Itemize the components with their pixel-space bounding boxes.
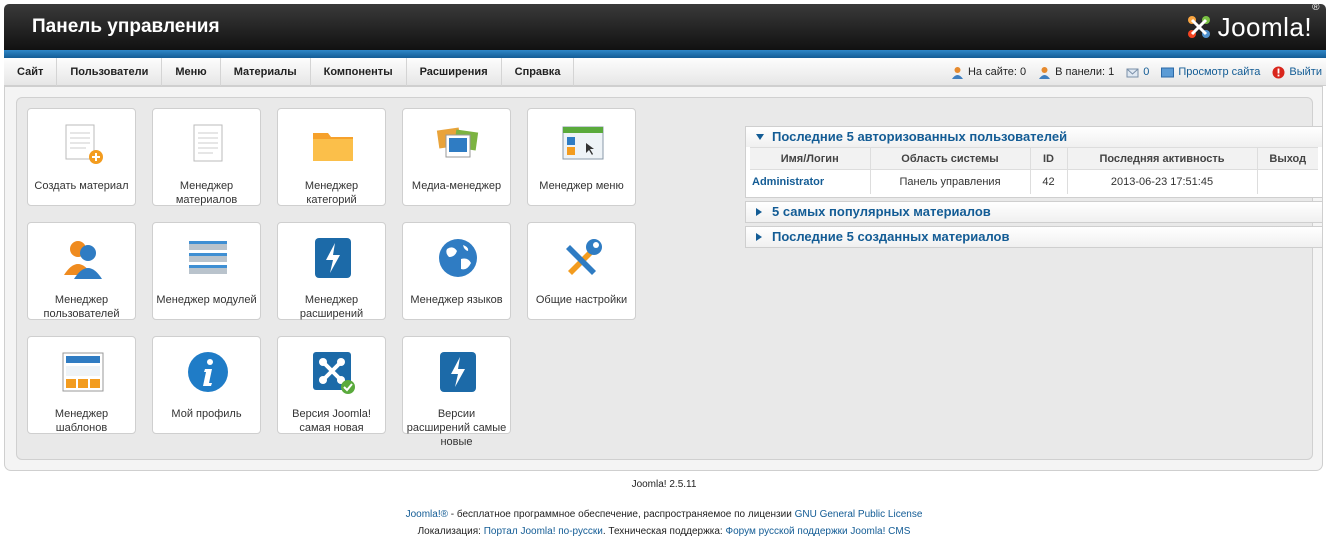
extensions-icon [440, 352, 476, 392]
modules-icon [189, 241, 227, 274]
extensions-icon [315, 238, 351, 278]
page-title: Панель управления [32, 16, 220, 37]
tile-label: Менеджер расширений [299, 294, 364, 320]
globe-icon [439, 239, 477, 277]
tile-media-manager[interactable]: Медиа-менеджер [402, 108, 511, 206]
menu-item-help[interactable]: Справка [502, 58, 575, 86]
expanded-arrow-icon [756, 134, 764, 140]
article-icon [193, 124, 223, 162]
user-area: Панель управления [870, 169, 1031, 194]
recent-articles-pane: Последние 5 созданных материалов [745, 226, 1323, 248]
table-row: Administrator Панель управления 42 2013-… [750, 169, 1318, 194]
tools-icon [566, 239, 602, 275]
user-last-activity: 2013-06-23 17:51:45 [1067, 169, 1258, 194]
joomla-logo-icon [1187, 16, 1210, 38]
menu-item-components[interactable]: Компоненты [311, 58, 407, 86]
column-header: Последняя активность [1067, 147, 1258, 170]
tile-label: Общие настройки [535, 294, 628, 306]
tile-template-manager[interactable]: Менеджер шаблонов [27, 336, 136, 434]
recent-articles-toggle[interactable]: Последние 5 созданных материалов [746, 227, 1322, 247]
logged-users-toggle[interactable]: Последние 5 авторизованных пользователей [746, 127, 1322, 147]
menu-item-users[interactable]: Пользователи [57, 58, 163, 86]
logo-text: Joomla!® [1217, 1, 1320, 42]
menu-bar: Сайт Пользователи Меню Материалы Компоне… [4, 58, 1326, 86]
tile-label: Менеджер материалов [175, 180, 238, 206]
tile-label: Менеджер модулей [156, 294, 257, 306]
tile-label: Менеджер категорий [304, 180, 359, 206]
tile-extension-manager[interactable]: Менеджер расширений [277, 222, 386, 320]
tile-label: Менеджер меню [539, 180, 624, 192]
user-icon [951, 66, 963, 79]
footer-license: Joomla!® - бесплатное программное обеспе… [405, 509, 923, 520]
tile-menu-manager[interactable]: Менеджер меню [527, 108, 636, 206]
column-header: Область системы [870, 147, 1031, 170]
tile-category-manager[interactable]: Менеджер категорий [277, 108, 386, 206]
logout-icon [1272, 66, 1285, 78]
menu-item-site[interactable]: Сайт [4, 58, 58, 86]
menu-icon [562, 126, 604, 160]
column-header: Имя/Логин [750, 147, 871, 170]
joomla-brand-link[interactable]: Joomla!® [406, 509, 448, 520]
tile-label: Версия Joomla! самая новая [292, 408, 371, 434]
popular-articles-pane: 5 самых популярных материалов [745, 201, 1323, 223]
russian-portal-link[interactable]: Портал Joomla! по-русски [484, 526, 603, 537]
online-admin-count: В панели: 1 [1038, 66, 1114, 79]
status-bar: На сайте: 0 В панели: 1 0 Просмотр сайта… [951, 58, 1322, 86]
logged-users-table: Имя/Логин Область системы ID Последняя а… [750, 147, 1318, 194]
tile-article-manager[interactable]: Менеджер материалов [152, 108, 261, 206]
tile-label: Создать материал [34, 180, 129, 192]
user-logout-cell [1257, 169, 1318, 194]
tile-my-profile[interactable]: Мой профиль [152, 336, 261, 434]
template-icon [62, 352, 104, 392]
user-login-link[interactable]: Administrator [750, 169, 871, 194]
tile-label: Менеджер языков [410, 294, 503, 306]
menu-item-content[interactable]: Материалы [221, 58, 311, 86]
folder-icon [313, 133, 353, 161]
mail-icon [1126, 68, 1139, 77]
tile-label: Мой профиль [171, 408, 242, 420]
control-panel: Создать материал Менеджер материалов Мен… [4, 86, 1323, 471]
column-header: Выход [1257, 147, 1318, 170]
user-id: 42 [1030, 169, 1068, 194]
tile-language-manager[interactable]: Менеджер языков [402, 222, 511, 320]
menu-item-extensions[interactable]: Расширения [407, 58, 502, 86]
logged-users-pane: Последние 5 авторизованных пользователей… [745, 126, 1323, 198]
tile-module-manager[interactable]: Менеджер модулей [152, 222, 261, 320]
joomla-check-icon [313, 352, 355, 394]
article-add-icon [65, 124, 103, 164]
users-icon [64, 241, 102, 279]
user-icon [1039, 66, 1051, 79]
footer-version: Joomla! 2.5.11 [631, 479, 697, 490]
collapsed-arrow-icon [756, 208, 762, 216]
menu-item-menus[interactable]: Меню [162, 58, 221, 86]
tile-user-manager[interactable]: Менеджер пользователей [27, 222, 136, 320]
header-bar: Панель управления Joomla!® [4, 1, 1326, 50]
tile-extensions-update[interactable]: Версии расширений самые новые [402, 336, 511, 448]
messages-count[interactable]: 0 [1126, 66, 1149, 79]
gpl-license-link[interactable]: GNU General Public License [795, 509, 923, 520]
tile-label: Медиа-менеджер [411, 180, 502, 192]
table-header-row: Имя/Логин Область системы ID Последняя а… [750, 147, 1318, 170]
media-icon [436, 127, 479, 158]
support-forum-link[interactable]: Форум русской поддержки Joomla! CMS [726, 526, 911, 537]
view-site-link[interactable]: Просмотр сайта [1161, 66, 1260, 79]
column-header: ID [1030, 147, 1068, 170]
main-menu: Сайт Пользователи Меню Материалы Компоне… [4, 58, 575, 86]
tile-joomla-update[interactable]: Версия Joomla! самая новая [277, 336, 386, 434]
header-strip [4, 50, 1326, 58]
footer-localization: Локализация: Портал Joomla! по-русски. Т… [417, 526, 911, 537]
control-panel-inner: Создать материал Менеджер материалов Мен… [16, 97, 1323, 460]
monitor-icon [1161, 67, 1175, 77]
info-icon [188, 352, 228, 392]
tile-global-config[interactable]: Общие настройки [527, 222, 636, 320]
tile-label: Менеджер шаблонов [54, 408, 109, 434]
tile-add-article[interactable]: Создать материал [27, 108, 136, 206]
tile-label: Менеджер пользователей [43, 294, 120, 320]
tile-label: Версии расширений самые новые [406, 408, 507, 448]
joomla-logo: Joomla!® [1184, 1, 1320, 44]
logout-link[interactable]: Выйти [1272, 66, 1322, 79]
collapsed-arrow-icon [756, 233, 762, 241]
popular-articles-toggle[interactable]: 5 самых популярных материалов [746, 202, 1322, 222]
online-site-count: На сайте: 0 [951, 66, 1026, 79]
